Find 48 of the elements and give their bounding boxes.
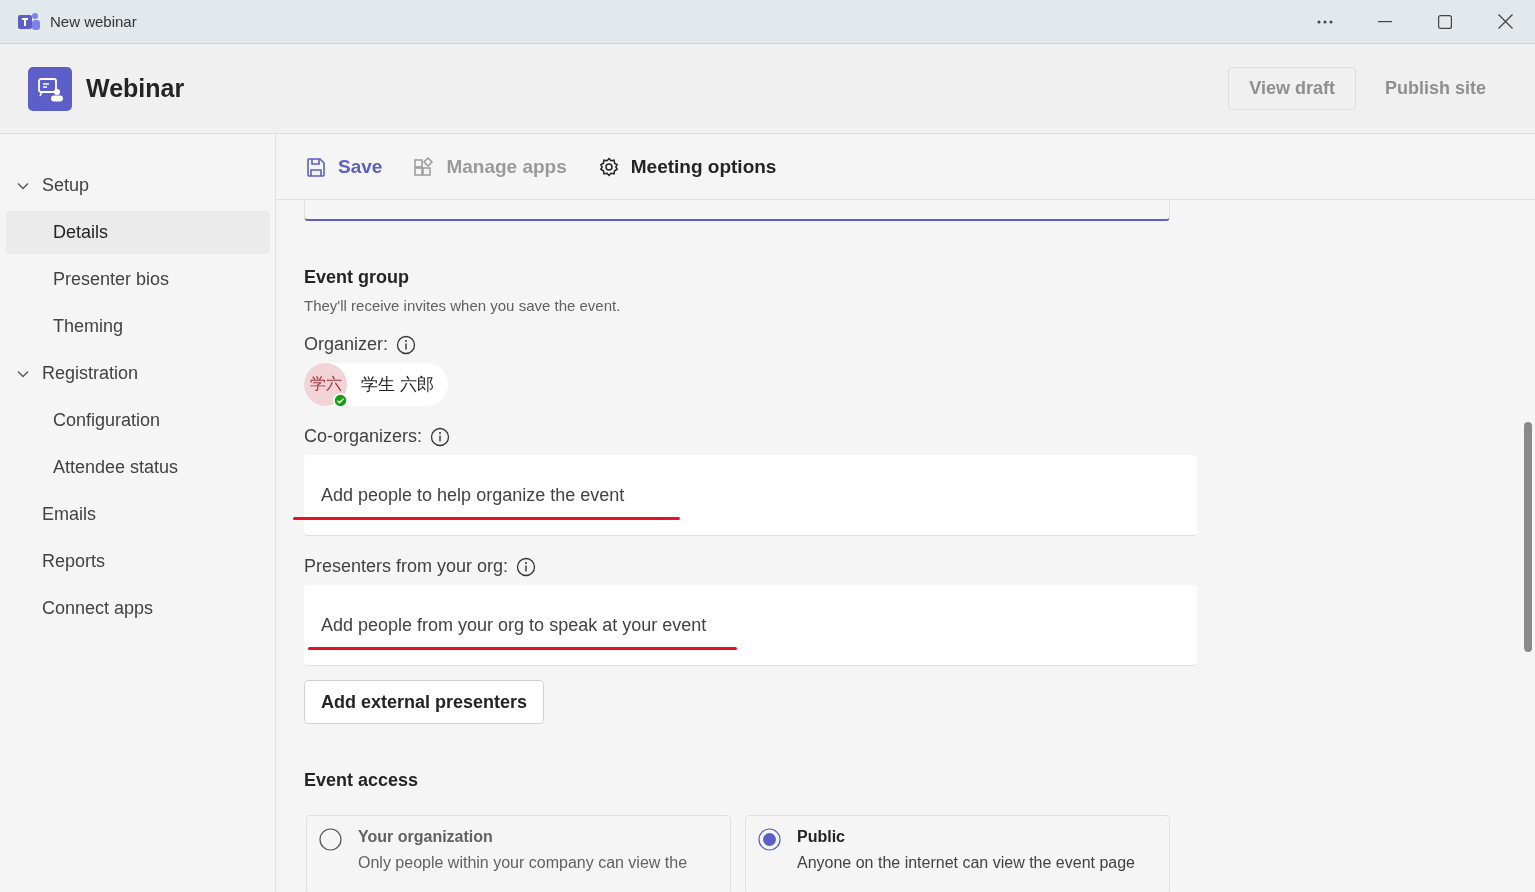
field-label: Presenters from your org:	[304, 556, 509, 577]
settings-icon	[598, 156, 619, 177]
window-title: New webinar	[50, 13, 137, 30]
section-description: They'll receive invites when you save the event.	[304, 297, 622, 314]
sidebar-item[interactable]: Registration	[6, 352, 270, 395]
sidebar-item[interactable]: Reports	[6, 540, 270, 583]
info-icon	[396, 334, 417, 355]
page-title: Webinar	[86, 74, 185, 103]
sidebar-item[interactable]: Setup	[6, 164, 270, 207]
people-picker-field[interactable]: Add people from your org to speak at your event	[304, 585, 1197, 666]
option-label: Your organization	[358, 828, 494, 846]
radio-button[interactable]	[319, 828, 342, 851]
close-icon	[1497, 14, 1513, 29]
option-description: Anyone on the internet can view the event page	[797, 854, 1135, 872]
sidebar-item[interactable]: Details	[6, 211, 270, 254]
people-picker-field[interactable]: Add people to help organize the event	[304, 455, 1197, 536]
option-description: Only people within your company can view the	[358, 854, 688, 872]
field-label: Co-organizers:	[304, 426, 423, 447]
info-icon	[516, 556, 537, 577]
app-logo-icon	[18, 10, 40, 33]
scrollbar[interactable]	[1524, 422, 1532, 652]
sidebar-item[interactable]: Theming	[6, 305, 270, 348]
text-field[interactable]	[304, 200, 1170, 221]
meeting-options-button[interactable]: Meeting options	[598, 155, 777, 178]
radio-button[interactable]	[758, 828, 781, 851]
access-option-card[interactable]: Public Anyone on the internet can view the event page	[745, 815, 1170, 892]
section-heading: Event access	[304, 770, 420, 791]
apps-icon	[414, 156, 435, 177]
more-icon	[1317, 19, 1333, 24]
info-icon	[430, 426, 451, 447]
sidebar-item[interactable]: Connect apps	[6, 587, 270, 630]
save-button[interactable]: Save	[306, 155, 383, 178]
sidebar-item[interactable]: Emails	[6, 493, 270, 536]
field-label: Organizer:	[304, 334, 389, 355]
sidebar-item[interactable]: Configuration	[6, 399, 270, 442]
section-heading: Event group	[304, 267, 410, 288]
sidebar-item[interactable]: Presenter bios	[6, 258, 270, 301]
option-label: Public	[797, 828, 846, 846]
access-option-card[interactable]: Your organization Only people within your company can view the	[306, 815, 731, 892]
minimize-icon	[1378, 20, 1392, 23]
save-icon	[306, 156, 326, 177]
presentation-icon	[37, 75, 63, 102]
person-name: 学生 六郎	[361, 374, 434, 396]
sidebar-item[interactable]: Attendee status	[6, 446, 270, 489]
person-chip[interactable]: 学六 学生 六郎	[304, 363, 448, 406]
maximize-icon	[1438, 14, 1452, 29]
avatar-initials: 学六	[309, 374, 342, 394]
add-external-presenters-button[interactable]: Add external presenters	[304, 680, 545, 724]
